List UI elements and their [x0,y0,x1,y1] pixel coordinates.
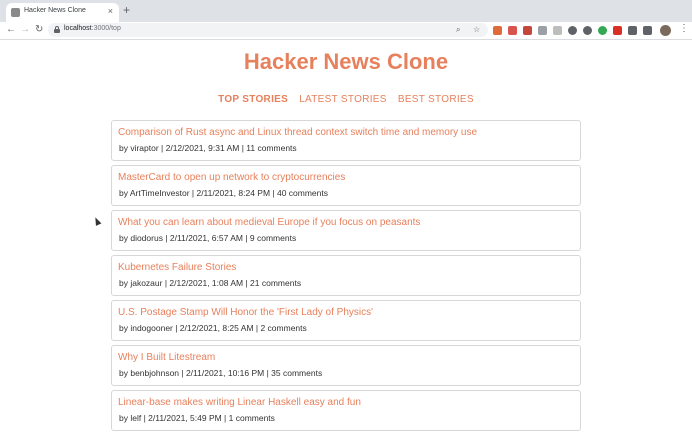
story-card: Comparison of Rust async and Linux threa… [111,120,581,161]
puzzle-icon[interactable] [643,26,652,35]
story-card: MasterCard to open up network to cryptoc… [111,165,581,206]
story-title-link[interactable]: Why I Built Litestream [118,352,215,363]
url-path: :3000/top [91,25,121,32]
browser-tab[interactable]: Hacker News Clone × [6,3,119,22]
story-meta: by indogooner | 2/12/2021, 8:25 AM | 2 c… [119,323,307,333]
new-tab-icon[interactable]: + [123,4,130,16]
extension-icon[interactable] [553,26,562,35]
menu-icon[interactable]: ⋮ [679,23,689,35]
extension-icon[interactable] [493,26,502,35]
story-meta: by diodorus | 2/11/2021, 6:57 AM | 9 com… [119,233,297,243]
story-nav: TOP STORIES LATEST STORIES BEST STORIES [0,94,692,105]
story-card: What you can learn about medieval Europe… [111,210,581,251]
story-meta: by jakozaur | 2/12/2021, 1:08 AM | 21 co… [119,278,302,288]
nav-top-stories[interactable]: TOP STORIES [218,94,288,105]
story-title-link[interactable]: What you can learn about medieval Europe… [118,217,420,228]
story-list: Comparison of Rust async and Linux threa… [111,120,581,432]
story-title-link[interactable]: Comparison of Rust async and Linux threa… [118,127,477,138]
story-title-link[interactable]: Kubernetes Failure Stories [118,262,236,273]
browser-toolbar: ← → ↻ localhost:3000/top ⌕ ☆ ⋮ [0,22,692,40]
story-card: U.S. Postage Stamp Will Honor the 'First… [111,300,581,341]
url-text: localhost:3000/top [64,25,121,32]
favicon-icon [11,8,20,17]
tab-title: Hacker News Clone [24,7,86,14]
story-card: Kubernetes Failure Stories by jakozaur |… [111,255,581,296]
story-title-link[interactable]: MasterCard to open up network to cryptoc… [118,172,345,183]
story-card: Why I Built Litestream by benbjohnson | … [111,345,581,386]
profile-avatar[interactable] [660,25,671,36]
tab-close-icon[interactable]: × [108,6,113,16]
site-title: Hacker News Clone [243,49,449,74]
forward-icon[interactable]: → [20,24,30,36]
page-content: Hacker News Clone TOP STORIES LATEST STO… [0,41,692,432]
story-meta: by benbjohnson | 2/11/2021, 10:16 PM | 3… [119,368,323,378]
browser-tab-bar: Hacker News Clone × + [0,0,692,22]
extension-icon[interactable] [508,26,517,35]
story-card: Linear-base makes writing Linear Haskell… [111,390,581,431]
star-icon[interactable]: ☆ [473,24,480,36]
nav-latest-stories[interactable]: LATEST STORIES [299,94,387,105]
story-title-link[interactable]: Linear-base makes writing Linear Haskell… [118,397,361,408]
extension-icon[interactable] [598,26,607,35]
nav-best-stories[interactable]: BEST STORIES [398,94,474,105]
extension-icon[interactable] [538,26,547,35]
story-meta: by ArtTimeInvestor | 2/11/2021, 8:24 PM … [119,188,328,198]
extension-icon[interactable] [523,26,532,35]
url-host: localhost [64,25,92,32]
reload-icon[interactable]: ↻ [35,24,43,36]
lock-icon [54,26,60,33]
extension-icon[interactable] [568,26,577,35]
extension-icon[interactable] [628,26,637,35]
extension-icon[interactable] [613,26,622,35]
story-meta: by lelf | 2/11/2021, 5:49 PM | 1 comment… [119,413,275,423]
address-bar[interactable]: localhost:3000/top ⌕ ☆ [48,23,488,37]
zoom-icon[interactable]: ⌕ [456,24,460,36]
story-meta: by viraptor | 2/12/2021, 9:31 AM | 11 co… [119,143,297,153]
back-icon[interactable]: ← [6,24,16,36]
story-title-link[interactable]: U.S. Postage Stamp Will Honor the 'First… [118,307,373,318]
extension-icon[interactable] [583,26,592,35]
